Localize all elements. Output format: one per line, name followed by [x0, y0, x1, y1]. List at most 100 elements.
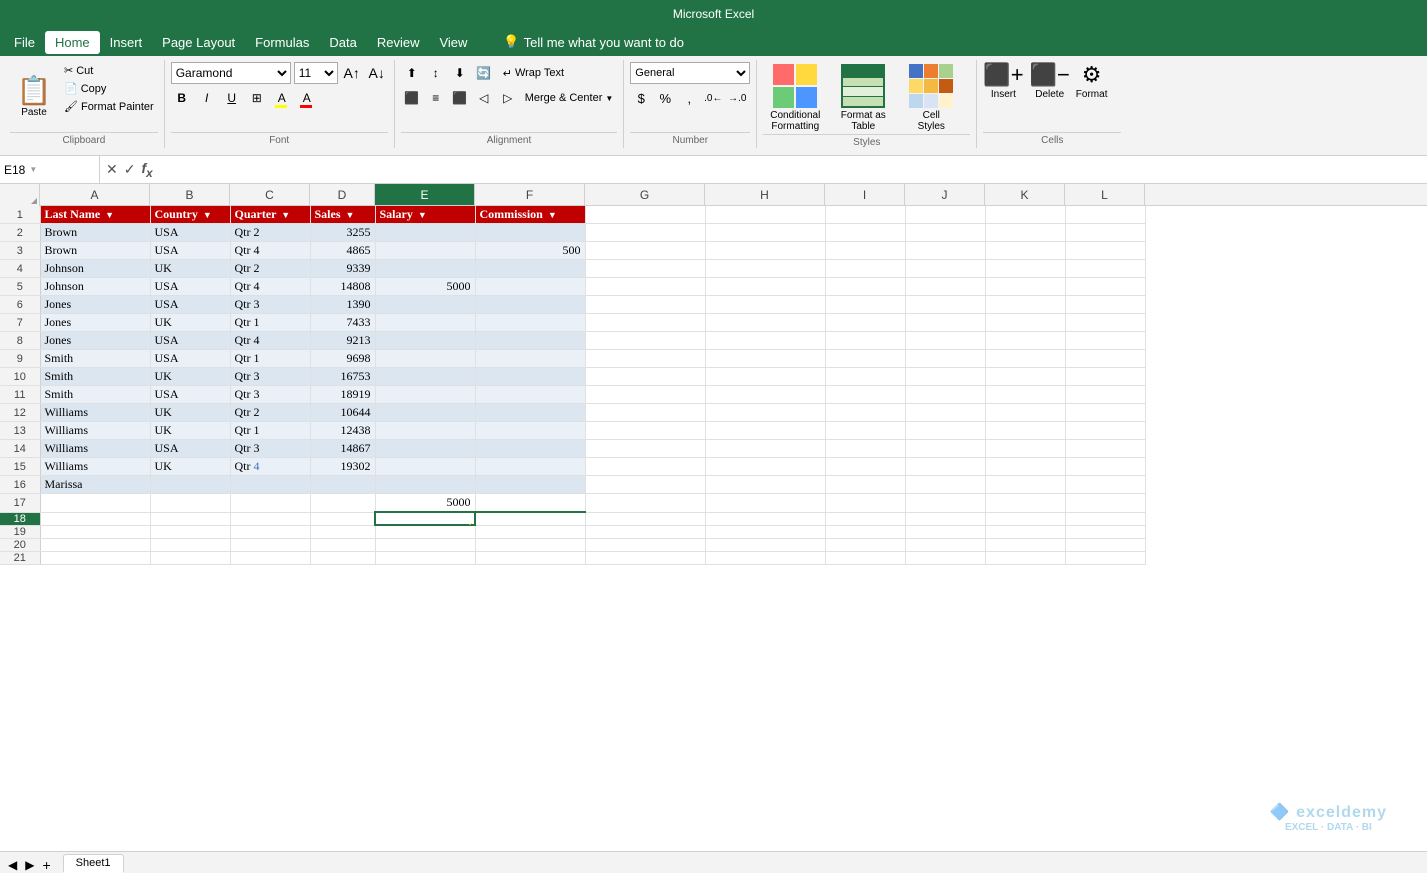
- cell-H11[interactable]: [705, 386, 825, 404]
- align-center-btn[interactable]: ≡: [425, 87, 447, 109]
- cell-L6[interactable]: [1065, 296, 1145, 314]
- cell-F5[interactable]: [475, 278, 585, 296]
- align-right-btn[interactable]: ⬛: [449, 87, 471, 109]
- row-header-2[interactable]: 2: [0, 224, 40, 242]
- menu-formulas[interactable]: Formulas: [245, 31, 319, 54]
- menu-insert[interactable]: Insert: [100, 31, 153, 54]
- copy-button[interactable]: 📄 Copy: [60, 80, 158, 97]
- cell-B11[interactable]: USA: [150, 386, 230, 404]
- cell-J20[interactable]: [905, 538, 985, 551]
- cell-H12[interactable]: [705, 404, 825, 422]
- col-header-L[interactable]: L: [1065, 184, 1145, 205]
- add-sheet-btn[interactable]: +: [38, 857, 54, 873]
- cell-G11[interactable]: [585, 386, 705, 404]
- cell-D19[interactable]: [310, 525, 375, 538]
- cell-L12[interactable]: [1065, 404, 1145, 422]
- row-header-4[interactable]: 4: [0, 260, 40, 278]
- row-header-17[interactable]: 17: [0, 494, 40, 513]
- format-as-table-button[interactable]: Format asTable: [831, 62, 895, 134]
- cell-G21[interactable]: [585, 551, 705, 564]
- cell-L5[interactable]: [1065, 278, 1145, 296]
- cell-K16[interactable]: [985, 476, 1065, 494]
- cell-L21[interactable]: [1065, 551, 1145, 564]
- cell-C8[interactable]: Qtr 4: [230, 332, 310, 350]
- cell-E11[interactable]: [375, 386, 475, 404]
- cell-J1[interactable]: [905, 206, 985, 224]
- cell-J12[interactable]: [905, 404, 985, 422]
- cell-L14[interactable]: [1065, 440, 1145, 458]
- cell-K21[interactable]: [985, 551, 1065, 564]
- cell-B3[interactable]: USA: [150, 242, 230, 260]
- cell-B17[interactable]: [150, 494, 230, 513]
- cell-J8[interactable]: [905, 332, 985, 350]
- cell-H8[interactable]: [705, 332, 825, 350]
- cell-G6[interactable]: [585, 296, 705, 314]
- cell-D17[interactable]: [310, 494, 375, 513]
- cell-styles-button[interactable]: CellStyles: [899, 62, 963, 134]
- cell-C18[interactable]: [230, 512, 310, 525]
- wrap-text-button[interactable]: ↵ Wrap Text: [497, 65, 570, 82]
- cell-C7[interactable]: Qtr 1: [230, 314, 310, 332]
- font-color-button[interactable]: A: [296, 87, 318, 109]
- cell-F19[interactable]: [475, 525, 585, 538]
- cell-G16[interactable]: [585, 476, 705, 494]
- cell-I21[interactable]: [825, 551, 905, 564]
- font-family-select[interactable]: Garamond: [171, 62, 291, 84]
- cell-D14[interactable]: 14867: [310, 440, 375, 458]
- cut-button[interactable]: ✂ Cut: [60, 62, 158, 79]
- cell-D4[interactable]: 9339: [310, 260, 375, 278]
- cell-L15[interactable]: [1065, 458, 1145, 476]
- delete-button[interactable]: Delete: [1035, 89, 1064, 100]
- cell-L2[interactable]: [1065, 224, 1145, 242]
- select-all-corner[interactable]: [0, 184, 40, 206]
- row-header-9[interactable]: 9: [0, 350, 40, 368]
- cell-J15[interactable]: [905, 458, 985, 476]
- cell-E2[interactable]: [375, 224, 475, 242]
- cell-F1[interactable]: Commission ▼: [475, 206, 585, 224]
- cell-E9[interactable]: [375, 350, 475, 368]
- cell-I7[interactable]: [825, 314, 905, 332]
- increase-indent-btn[interactable]: ▷: [497, 87, 519, 109]
- cell-D16[interactable]: [310, 476, 375, 494]
- cell-H19[interactable]: [705, 525, 825, 538]
- cell-D1[interactable]: Sales ▼: [310, 206, 375, 224]
- cell-B5[interactable]: USA: [150, 278, 230, 296]
- col-header-J[interactable]: J: [905, 184, 985, 205]
- format-button[interactable]: Format: [1076, 89, 1108, 100]
- filter-arrow-E1[interactable]: ▼: [418, 210, 427, 220]
- cell-E1[interactable]: Salary ▼: [375, 206, 475, 224]
- cell-B14[interactable]: USA: [150, 440, 230, 458]
- col-header-C[interactable]: C: [230, 184, 310, 205]
- cell-K12[interactable]: [985, 404, 1065, 422]
- cell-G20[interactable]: [585, 538, 705, 551]
- cell-L8[interactable]: [1065, 332, 1145, 350]
- cell-E4[interactable]: [375, 260, 475, 278]
- cell-B19[interactable]: [150, 525, 230, 538]
- cell-G10[interactable]: [585, 368, 705, 386]
- cell-J11[interactable]: [905, 386, 985, 404]
- cell-A18[interactable]: [40, 512, 150, 525]
- cell-B15[interactable]: UK: [150, 458, 230, 476]
- cell-G9[interactable]: [585, 350, 705, 368]
- fill-color-button[interactable]: A: [271, 87, 293, 109]
- cell-C12[interactable]: Qtr 2: [230, 404, 310, 422]
- cell-K10[interactable]: [985, 368, 1065, 386]
- cell-A2[interactable]: Brown: [40, 224, 150, 242]
- cell-C1[interactable]: Quarter ▼: [230, 206, 310, 224]
- cell-E18[interactable]: ⚡: [375, 512, 475, 525]
- cell-C14[interactable]: Qtr 3: [230, 440, 310, 458]
- cell-B20[interactable]: [150, 538, 230, 551]
- cell-A16[interactable]: Marissa: [40, 476, 150, 494]
- cell-J7[interactable]: [905, 314, 985, 332]
- formula-input[interactable]: [159, 162, 1427, 177]
- cell-D3[interactable]: 4865: [310, 242, 375, 260]
- cell-L9[interactable]: [1065, 350, 1145, 368]
- cell-A15[interactable]: Williams: [40, 458, 150, 476]
- cell-A12[interactable]: Williams: [40, 404, 150, 422]
- cell-E10[interactable]: [375, 368, 475, 386]
- cell-D2[interactable]: 3255: [310, 224, 375, 242]
- cell-I17[interactable]: [825, 494, 905, 513]
- cell-H15[interactable]: [705, 458, 825, 476]
- cell-D20[interactable]: [310, 538, 375, 551]
- confirm-formula-btn[interactable]: ✓: [124, 161, 136, 178]
